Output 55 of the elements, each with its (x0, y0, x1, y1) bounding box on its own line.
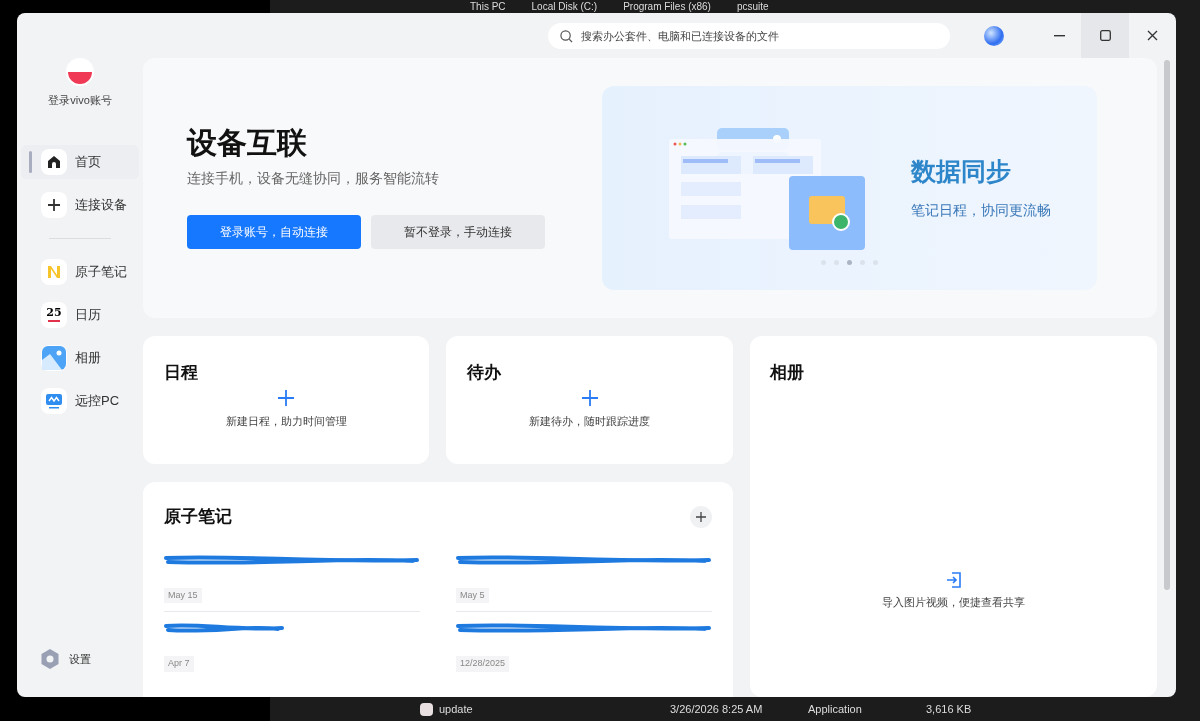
add-button[interactable] (276, 387, 296, 408)
breadcrumb-item[interactable]: This PC (470, 1, 506, 12)
manual-connect-button[interactable]: 暂不登录，手动连接 (371, 214, 545, 249)
calendar-icon: 25 (41, 301, 67, 328)
file-modified: 3/26/2026 8:25 AM (670, 701, 764, 717)
card-title: 待办 (467, 362, 502, 384)
hero-title: 设备互联 (187, 127, 308, 158)
note-date: May 5 (456, 587, 489, 603)
card-title: 日程 (164, 362, 199, 384)
gallery-icon (41, 344, 67, 371)
card-title: 相册 (770, 362, 805, 384)
close-icon (1146, 30, 1158, 41)
search-icon (560, 29, 573, 43)
note-date: May 15 (164, 587, 202, 603)
avatar-icon[interactable] (66, 58, 94, 86)
card-title: 原子笔记 (164, 506, 232, 528)
file-size: 3,616 KB (926, 701, 972, 717)
settings-item[interactable]: 设置 (21, 645, 139, 673)
sidebar-item[interactable]: 原子笔记 (21, 254, 139, 289)
note-item[interactable]: Apr 7 (164, 612, 420, 680)
breadcrumb-item[interactable]: Program Files (x86) (623, 1, 711, 12)
plus-icon (41, 191, 67, 218)
home-icon (41, 148, 67, 175)
add-button[interactable] (579, 387, 600, 408)
card-hint: 新建待办，随时跟踪进度 (529, 413, 650, 429)
card-hint: 导入图片视频，便捷查看共享 (882, 594, 1025, 610)
breadcrumb-item[interactable]: Local Disk (C:) (531, 1, 598, 12)
scrollbar-thumb[interactable] (1163, 60, 1170, 590)
sidebar-item[interactable]: 25 日历 (21, 297, 139, 332)
note-date: Apr 7 (164, 656, 194, 672)
banner-subtitle: 笔记日程，协同更流畅 (910, 201, 1051, 221)
sidebar-item[interactable]: 远控PC (21, 383, 139, 418)
assistant-orb-icon[interactable] (984, 25, 1004, 46)
sidebar-item[interactable]: 连接设备 (21, 187, 139, 222)
login-button[interactable]: 登录账号，自动连接 (187, 214, 361, 249)
search-field[interactable]: 搜索办公套件、电脑和已连接设备的文件 (548, 22, 951, 49)
sidebar-item[interactable]: 首页 (21, 144, 139, 179)
import-icon[interactable] (945, 571, 962, 588)
hero-subtitle: 连接手机，设备无缝协同，服务智能流转 (187, 168, 440, 188)
note-date: 12/28/2025 (456, 656, 510, 672)
plus-icon (696, 511, 706, 522)
account-login-link[interactable]: 登录vivo账号 (48, 92, 112, 109)
maximize-button[interactable] (1081, 13, 1129, 58)
notes-app-icon (41, 258, 67, 285)
sidebar-item[interactable]: 相册 (21, 340, 139, 375)
card-hint: 新建日程，助力时间管理 (225, 413, 347, 429)
file-name[interactable]: update (439, 700, 670, 718)
maximize-icon (1099, 30, 1111, 41)
file-type: Application (808, 701, 863, 717)
remote-pc-icon (41, 387, 67, 414)
minimize-icon (1054, 34, 1066, 37)
hexagon-settings-icon (41, 649, 59, 669)
breadcrumb-item[interactable]: pcsuite (736, 1, 769, 12)
add-note-button[interactable] (690, 505, 712, 528)
banner-title: 数据同步 (910, 155, 1012, 187)
